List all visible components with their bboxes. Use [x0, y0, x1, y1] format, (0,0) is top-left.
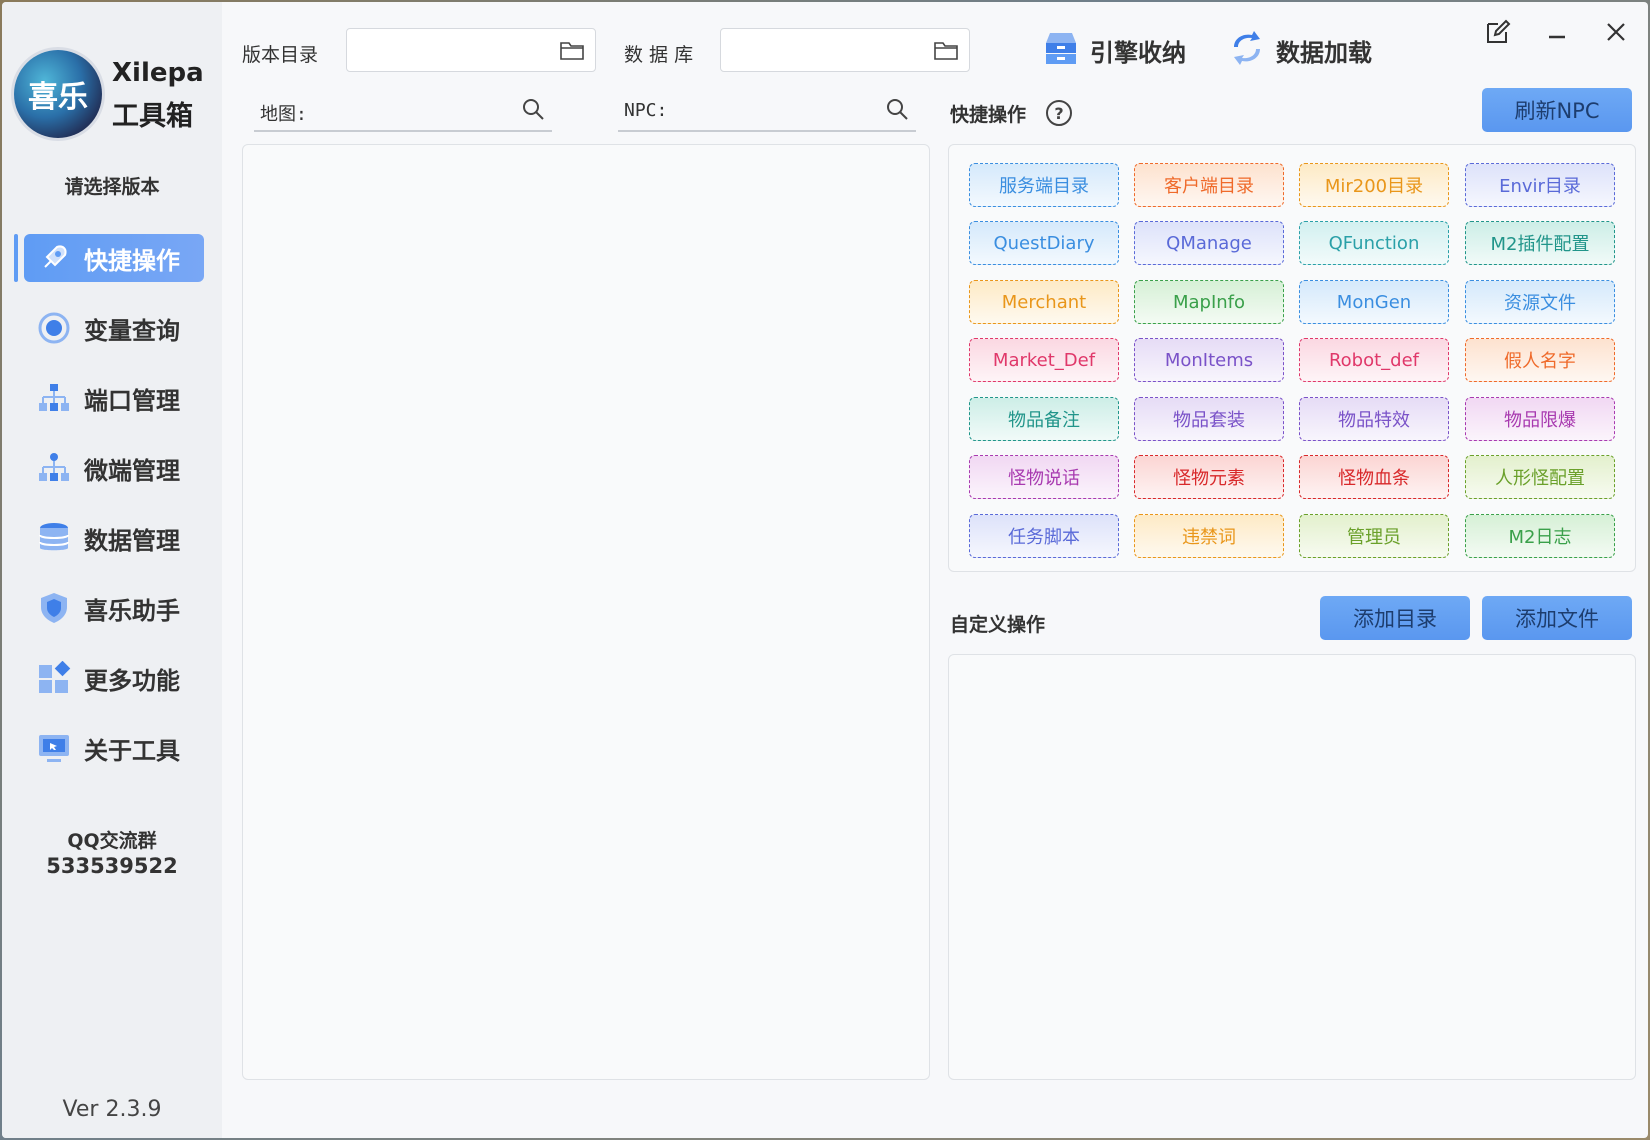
- quick-op-button[interactable]: 管理员: [1299, 514, 1449, 558]
- version-dir-field[interactable]: [346, 28, 596, 72]
- quick-ops-panel: 服务端目录 客户端目录 Mir200目录 Envir目录 QuestDiary QMana…: [948, 144, 1636, 572]
- quick-op-button[interactable]: 客户端目录: [1134, 163, 1284, 207]
- qq-group-label: QQ交流群: [67, 830, 157, 852]
- sync-icon: [1228, 29, 1266, 71]
- sidebar-item-label: 数据管理: [84, 526, 180, 555]
- quick-op-button[interactable]: 物品特效: [1299, 397, 1449, 441]
- app-title: Xilepa: [112, 58, 204, 88]
- version-label: Ver 2.3.9: [62, 1097, 162, 1122]
- active-indicator: [14, 234, 18, 282]
- sidebar-item-data[interactable]: 数据管理: [24, 514, 204, 562]
- apps-icon: [36, 660, 72, 696]
- custom-ops-panel[interactable]: [948, 654, 1636, 1080]
- add-file-button[interactable]: 添加文件: [1482, 596, 1632, 640]
- quick-op-button[interactable]: 违禁词: [1134, 514, 1284, 558]
- help-icon[interactable]: ?: [1046, 100, 1072, 126]
- quick-op-button[interactable]: 物品限爆: [1465, 397, 1615, 441]
- quick-op-button[interactable]: MapInfo: [1134, 280, 1284, 324]
- folder-icon[interactable]: [933, 39, 959, 65]
- sidebar: 喜乐 Xilepa 工具箱 请选择版本 快捷操作 变量查询 端口管理 微端管理 …: [2, 2, 222, 1138]
- quick-op-button[interactable]: 资源文件: [1465, 280, 1615, 324]
- quick-op-button[interactable]: QuestDiary: [969, 221, 1119, 265]
- sidebar-item-about[interactable]: 关于工具: [24, 724, 204, 772]
- sidebar-item-ports[interactable]: 端口管理: [24, 374, 204, 422]
- sidebar-item-label: 关于工具: [84, 736, 180, 765]
- app-subtitle: 工具箱: [112, 101, 193, 132]
- shield-icon: [36, 590, 72, 626]
- custom-ops-title: 自定义操作: [950, 614, 1046, 636]
- close-icon[interactable]: [1598, 14, 1634, 50]
- quick-op-button[interactable]: QFunction: [1299, 221, 1449, 265]
- quick-op-button[interactable]: M2日志: [1465, 514, 1615, 558]
- quick-op-button[interactable]: 假人名字: [1465, 338, 1615, 382]
- map-npc-list-panel[interactable]: [242, 144, 930, 1080]
- version-dir-label: 版本目录: [242, 44, 319, 66]
- sidebar-item-more[interactable]: 更多功能: [24, 654, 204, 702]
- minimize-icon[interactable]: [1539, 14, 1575, 50]
- search-icon[interactable]: [520, 96, 546, 126]
- edit-icon[interactable]: [1480, 14, 1516, 50]
- map-search[interactable]: 地图:: [254, 92, 552, 132]
- sidebar-item-label: 更多功能: [84, 666, 180, 695]
- quick-op-button[interactable]: QManage: [1134, 221, 1284, 265]
- npc-search[interactable]: NPC:: [618, 92, 916, 132]
- qq-group-number: 533539522: [46, 854, 178, 878]
- quick-op-button[interactable]: MonItems: [1134, 338, 1284, 382]
- database-label: 数 据 库: [624, 44, 694, 66]
- refresh-npc-button[interactable]: 刷新NPC: [1482, 88, 1632, 132]
- quick-op-button[interactable]: Envir目录: [1465, 163, 1615, 207]
- sidebar-item-micro[interactable]: 微端管理: [24, 444, 204, 492]
- quick-op-button[interactable]: M2插件配置: [1465, 221, 1615, 265]
- quick-op-button[interactable]: 物品备注: [969, 397, 1119, 441]
- quick-op-button[interactable]: Merchant: [969, 280, 1119, 324]
- quick-op-button[interactable]: 怪物说话: [969, 455, 1119, 499]
- network-icon: [36, 380, 72, 416]
- npc-search-label: NPC:: [624, 100, 668, 121]
- quick-op-button[interactable]: Mir200目录: [1299, 163, 1449, 207]
- database-field[interactable]: [720, 28, 970, 72]
- monitor-icon: [36, 730, 72, 766]
- database-icon: [36, 520, 72, 556]
- data-load-label: 数据加载: [1276, 38, 1372, 67]
- sidebar-item-label: 变量查询: [84, 316, 180, 345]
- folder-icon[interactable]: [559, 39, 585, 65]
- quick-ops-title: 快捷操作: [950, 104, 1027, 126]
- version-select[interactable]: 请选择版本: [2, 172, 222, 199]
- quick-op-button[interactable]: 物品套装: [1134, 397, 1284, 441]
- search-icon[interactable]: [884, 96, 910, 126]
- storage-box-icon: [1042, 29, 1080, 71]
- rocket-icon: [36, 240, 72, 276]
- engine-storage-button[interactable]: 引擎收纳: [1042, 30, 1186, 70]
- app-logo: 喜乐 Xilepa 工具箱: [14, 50, 214, 138]
- micro-network-icon: [36, 450, 72, 486]
- quick-op-button[interactable]: MonGen: [1299, 280, 1449, 324]
- map-search-label: 地图:: [260, 104, 307, 125]
- quick-op-button[interactable]: 服务端目录: [969, 163, 1119, 207]
- quick-op-button[interactable]: 任务脚本: [969, 514, 1119, 558]
- sidebar-item-label: 微端管理: [84, 456, 180, 485]
- sidebar-item-quick-ops[interactable]: 快捷操作: [24, 234, 204, 282]
- logo-badge: 喜乐: [14, 50, 102, 138]
- engine-storage-label: 引擎收纳: [1090, 38, 1186, 67]
- quick-op-button[interactable]: 人形怪配置: [1465, 455, 1615, 499]
- sidebar-item-assistant[interactable]: 喜乐助手: [24, 584, 204, 632]
- quick-op-button[interactable]: Robot_def: [1299, 338, 1449, 382]
- add-directory-button[interactable]: 添加目录: [1320, 596, 1470, 640]
- sidebar-item-label: 端口管理: [84, 386, 180, 415]
- data-load-button[interactable]: 数据加载: [1228, 30, 1372, 70]
- sidebar-item-label: 快捷操作: [84, 246, 180, 275]
- sidebar-item-variables[interactable]: 变量查询: [24, 304, 204, 352]
- variable-icon: [36, 310, 72, 346]
- sidebar-item-label: 喜乐助手: [84, 596, 180, 625]
- quick-op-button[interactable]: 怪物元素: [1134, 455, 1284, 499]
- quick-op-button[interactable]: 怪物血条: [1299, 455, 1449, 499]
- app-window: 喜乐 Xilepa 工具箱 请选择版本 快捷操作 变量查询 端口管理 微端管理 …: [2, 2, 1648, 1138]
- quick-op-button[interactable]: Market_Def: [969, 338, 1119, 382]
